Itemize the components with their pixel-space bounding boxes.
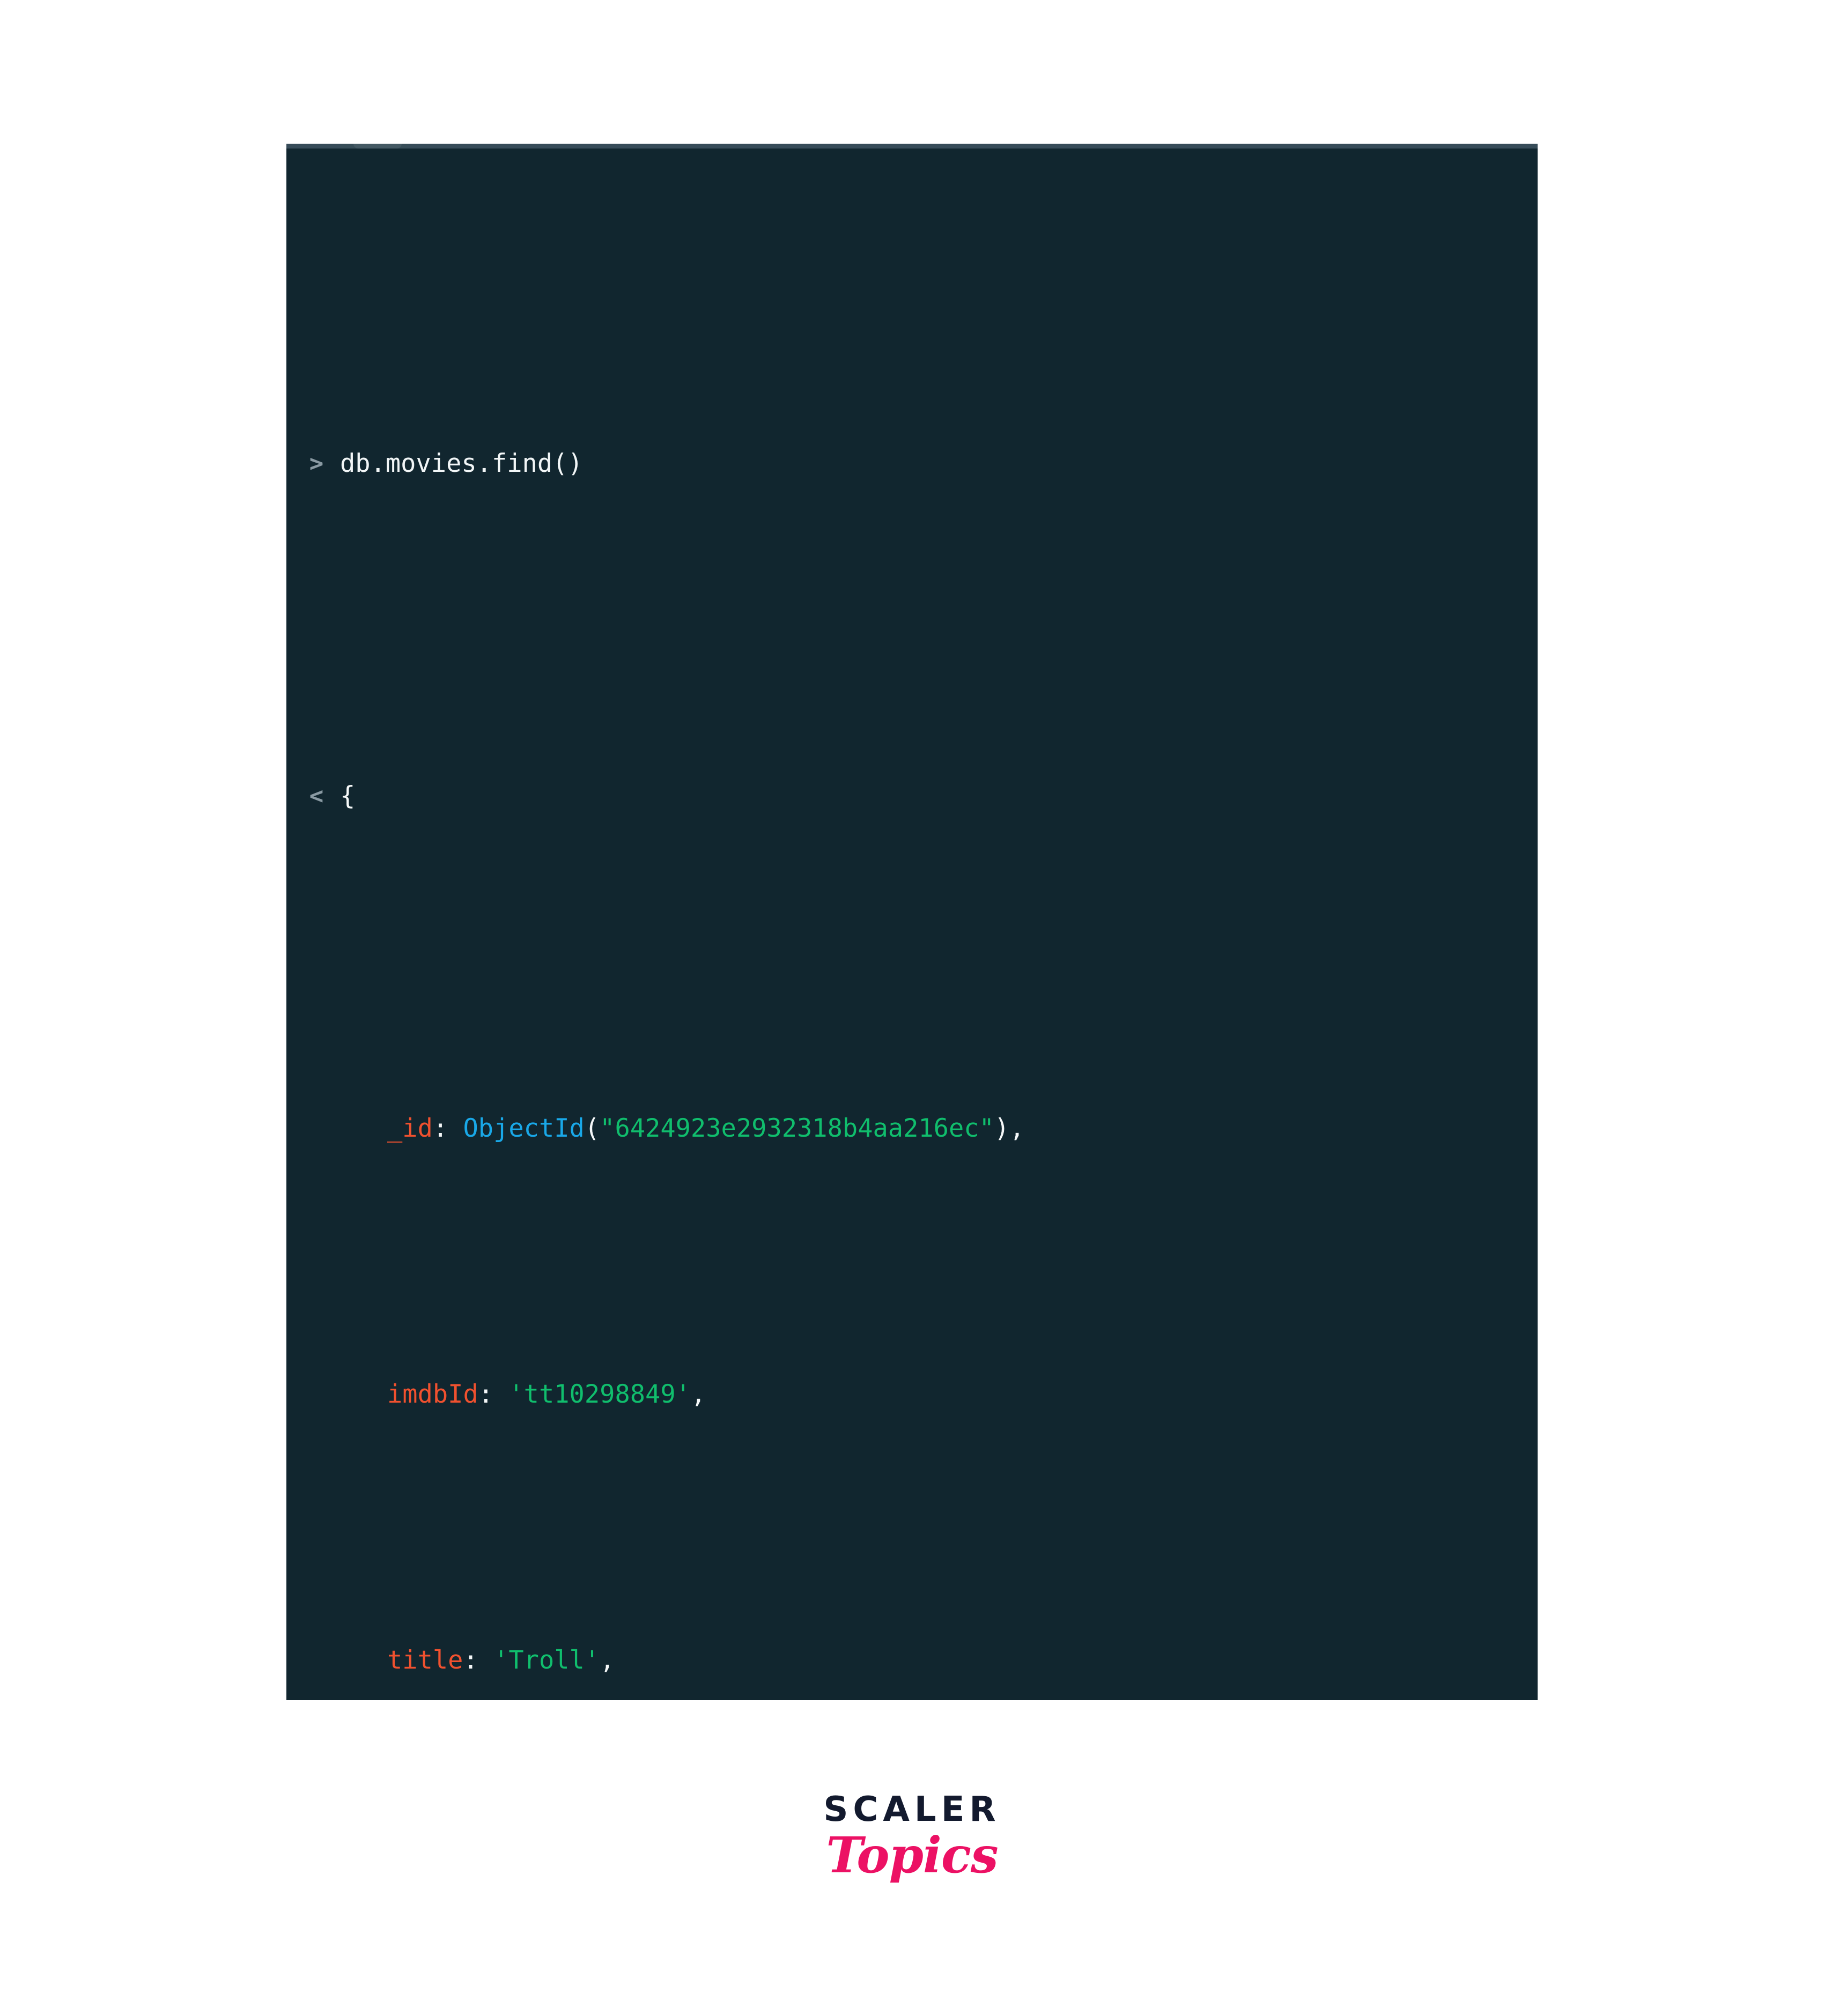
field-key: _id: [387, 1114, 433, 1143]
objectid-function: ObjectId: [463, 1114, 585, 1143]
field-value: 6424923e2932318b4aa216ec: [615, 1114, 979, 1143]
logo-topics-wordmark: Topics: [826, 1826, 998, 1884]
console-code-area[interactable]: > db.movies.find() <{ _id: ObjectId("6424…: [286, 149, 1538, 1700]
field-value: tt10298849: [523, 1380, 676, 1409]
field-title-doc-1: title: 'Troll',: [387, 1646, 615, 1675]
field-id-doc-1: _id: ObjectId("6424923e2932318b4aa216ec"…: [387, 1114, 1025, 1143]
console-command-line[interactable]: > db.movies.find(): [286, 431, 1538, 497]
field-key: imdbId: [387, 1380, 478, 1409]
result-open-brace-doc-1: <{: [286, 763, 1538, 829]
prompt-output-chevron-icon: <: [309, 782, 324, 810]
field-imdbid-doc-1: imdbId: 'tt10298849',: [387, 1380, 706, 1409]
open-brace: {: [340, 781, 356, 811]
prompt-input-chevron-icon: >: [309, 450, 324, 477]
field-key: title: [387, 1646, 463, 1675]
scaler-topics-logo: SCALER Topics: [0, 1791, 1824, 1881]
console-toolbar-strip: [286, 144, 1538, 149]
field-value: Troll: [508, 1646, 585, 1675]
mongodb-shell-console: > db.movies.find() <{ _id: ObjectId("6424…: [286, 144, 1538, 1700]
logo-scaler-wordmark: SCALER: [823, 1790, 1001, 1829]
console-command-text: db.movies.find(): [340, 449, 583, 478]
